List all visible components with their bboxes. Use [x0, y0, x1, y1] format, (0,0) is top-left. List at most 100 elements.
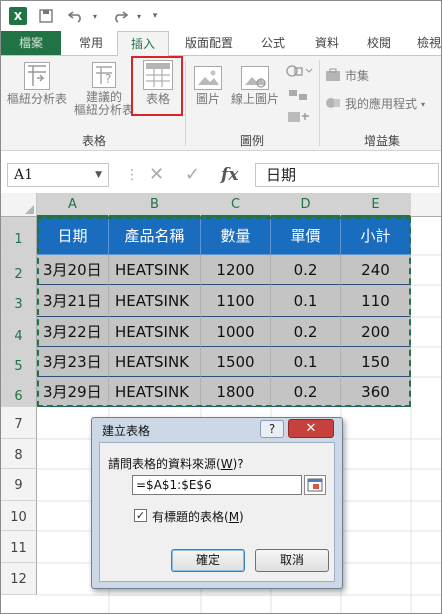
table-header-cell[interactable]: 日期	[37, 217, 109, 255]
has-headers-checkbox[interactable]: ✓	[134, 509, 147, 522]
formula-bar-grip-icon[interactable]: ⋮	[125, 165, 139, 185]
shapes-icon[interactable]	[285, 62, 313, 80]
help-button[interactable]: ?	[260, 420, 284, 438]
save-icon[interactable]	[37, 7, 55, 25]
table-cell-subtotal[interactable]: 360	[341, 377, 411, 407]
table-cell-product[interactable]: HEATSINK	[109, 255, 201, 285]
row-header[interactable]: 3	[1, 285, 37, 317]
table-cell-qty[interactable]: 1500	[201, 347, 271, 377]
table-cell-qty[interactable]: 1800	[201, 377, 271, 407]
table-cell-date[interactable]: 3月20日	[37, 255, 109, 285]
recommended-pivot-table-button[interactable]: ? 建議的 樞紐分析表	[73, 62, 135, 117]
column-header-c[interactable]: C	[201, 193, 271, 217]
table-cell-price[interactable]: 0.1	[271, 285, 341, 317]
table-cell-qty[interactable]: 1200	[201, 255, 271, 285]
row-header[interactable]: 8	[1, 439, 37, 469]
row-header[interactable]: 1	[1, 217, 37, 255]
table-header-cell[interactable]: 小計	[341, 217, 411, 255]
tab-data[interactable]: 資料	[303, 31, 351, 55]
table-cell-price[interactable]: 0.1	[271, 347, 341, 377]
tab-file[interactable]: 檔案	[1, 31, 61, 55]
name-box[interactable]: A1 ▼	[7, 163, 109, 187]
redo-icon[interactable]	[109, 7, 131, 25]
enter-icon[interactable]: ✓	[185, 163, 200, 187]
table-cell-date[interactable]: 3月21日	[37, 285, 109, 317]
table-cell-date[interactable]: 3月23日	[37, 347, 109, 377]
pivot-table-button[interactable]: 樞紐分析表	[5, 62, 69, 106]
collapse-dialog-button[interactable]	[304, 475, 326, 495]
table-cell-product[interactable]: HEATSINK	[109, 317, 201, 347]
tab-home[interactable]: 常用	[67, 31, 115, 55]
table-cell-product[interactable]: HEATSINK	[109, 347, 201, 377]
cancel-button[interactable]: 取消	[255, 549, 329, 572]
row-header[interactable]: 7	[1, 407, 37, 439]
my-apps-icon	[325, 96, 341, 113]
my-apps-button[interactable]: 我的應用程式 ▾	[325, 96, 441, 113]
smartart-icon[interactable]	[285, 86, 313, 104]
column-header-e[interactable]: E	[341, 193, 411, 217]
table-cell-price[interactable]: 0.2	[271, 255, 341, 285]
tab-page-layout[interactable]: 版面配置	[177, 31, 241, 55]
table-cell-qty[interactable]: 1000	[201, 317, 271, 347]
ok-button[interactable]: 確定	[171, 549, 245, 572]
group-label-addins: 增益集	[363, 134, 400, 148]
select-all-corner[interactable]	[1, 193, 37, 217]
column-header-f[interactable]	[411, 193, 441, 217]
table-header-cell[interactable]: 產品名稱	[109, 217, 201, 255]
row-header[interactable]: 5	[1, 347, 37, 377]
column-f-grid-lines	[411, 254, 441, 378]
store-button[interactable]: 市集	[325, 68, 385, 85]
table-cell-subtotal[interactable]: 110	[341, 285, 411, 317]
has-headers-label[interactable]: 有標題的表格(M)	[152, 508, 244, 525]
table-header-cell[interactable]: 數量	[201, 217, 271, 255]
tab-review[interactable]: 校閱	[355, 31, 403, 55]
table-cell-subtotal[interactable]: 150	[341, 347, 411, 377]
dialog-body: 請問表格的資料來源(W)? =$A$1:$E$6 ✓ 有標題的表格(M) 確定 …	[99, 442, 335, 582]
row-header[interactable]: 11	[1, 531, 37, 563]
recommended-pivot-icon: ?	[92, 62, 116, 88]
ribbon-separator	[319, 60, 320, 146]
row-header[interactable]: 2	[1, 255, 37, 285]
redo-dropdown-icon[interactable]: ▾	[133, 7, 145, 25]
title-bar: X ▾ ▾ ▾	[1, 1, 441, 31]
insert-function-icon[interactable]: fx	[221, 163, 238, 187]
name-box-dropdown-icon[interactable]: ▼	[95, 164, 102, 186]
online-picture-button[interactable]: 線上圖片	[227, 66, 283, 106]
tab-view[interactable]: 檢視	[409, 31, 441, 55]
table-header-cell[interactable]: 單價	[271, 217, 341, 255]
row-header[interactable]: 12	[1, 563, 37, 595]
create-table-dialog: 建立表格 ? ✕ 請問表格的資料來源(W)? =$A$1:$E$6 ✓ 有標題的…	[91, 417, 343, 589]
tab-insert[interactable]: 插入	[117, 31, 169, 56]
table-cell-date[interactable]: 3月22日	[37, 317, 109, 347]
group-label-illustrations: 圖例	[239, 134, 264, 148]
row-header[interactable]: 4	[1, 317, 37, 347]
column-header-d[interactable]: D	[271, 193, 341, 217]
ribbon-insert: 樞紐分析表 ? 建議的 樞紐分析表 表格 表格 圖片 線上圖片 圖例 市集 我的…	[1, 55, 441, 151]
row-header[interactable]: 9	[1, 469, 37, 501]
table-cell-price[interactable]: 0.2	[271, 317, 341, 347]
table-cell-product[interactable]: HEATSINK	[109, 285, 201, 317]
table-cell-product[interactable]: HEATSINK	[109, 377, 201, 407]
store-label: 市集	[345, 69, 370, 83]
picture-button[interactable]: 圖片	[191, 66, 225, 106]
screenshot-icon[interactable]	[285, 108, 313, 126]
column-header-a[interactable]: A	[37, 193, 109, 217]
customize-quick-access-icon[interactable]: ▾	[149, 7, 161, 25]
column-header-b[interactable]: B	[109, 193, 201, 217]
table-cell-subtotal[interactable]: 200	[341, 317, 411, 347]
excel-window: X ▾ ▾ ▾ 檔案 常用 插入 版面配置 公式 資料 校閱 檢視 樞紐分析表	[0, 0, 442, 614]
tab-formulas[interactable]: 公式	[249, 31, 297, 55]
table-cell-price[interactable]: 0.2	[271, 377, 341, 407]
undo-dropdown-icon[interactable]: ▾	[89, 7, 101, 25]
formula-input[interactable]: 日期	[255, 163, 439, 187]
row-header[interactable]: 6	[1, 377, 37, 407]
row-header[interactable]: 10	[1, 501, 37, 531]
table-cell-subtotal[interactable]: 240	[341, 255, 411, 285]
table-cell-qty[interactable]: 1100	[201, 285, 271, 317]
cancel-icon[interactable]: ✕	[149, 163, 164, 187]
undo-icon[interactable]	[65, 7, 87, 25]
pivot-table-icon	[24, 62, 50, 90]
close-button[interactable]: ✕	[288, 419, 334, 438]
range-input[interactable]: =$A$1:$E$6	[132, 475, 302, 495]
table-cell-date[interactable]: 3月29日	[37, 377, 109, 407]
